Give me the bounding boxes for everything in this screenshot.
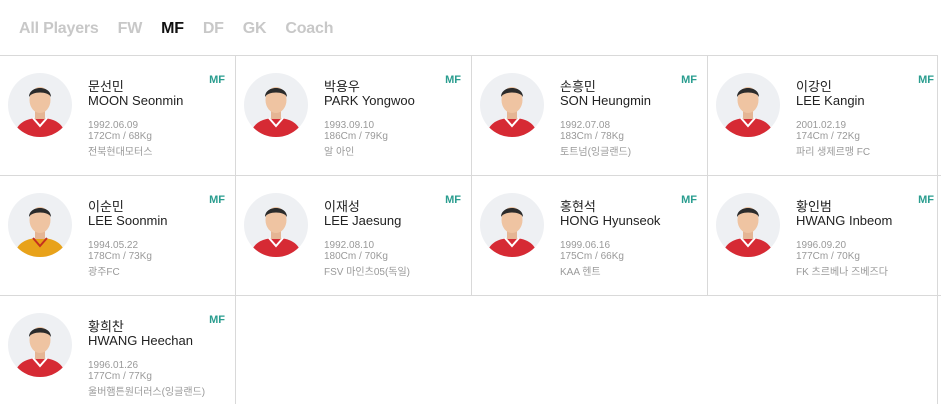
player-photo (716, 193, 780, 257)
player-birth-date: 1996.01.26 (88, 360, 139, 371)
position-badge: MF (681, 194, 697, 206)
player-card[interactable]: MF 이강인 LEE Kangin 2001.02.19 174Cm / 72Kg 파리 … (708, 56, 941, 176)
player-grid: MF 문선민 MOON Seonmin 1992.06.09 172Cm / 68Kg 전… (0, 55, 941, 404)
player-club: FSV 마인츠05(독일) (324, 267, 411, 278)
player-height-weight: 174Cm / 72Kg (796, 131, 860, 142)
player-silhouette-icon (486, 207, 538, 257)
tab-coach[interactable]: Coach (285, 20, 333, 38)
player-birth-date: 1999.06.16 (560, 240, 611, 251)
player-photo (8, 73, 72, 137)
player-english-name: MOON Seonmin (88, 93, 184, 108)
player-english-name: LEE Soonmin (88, 213, 168, 228)
player-birth-date: 1996.09.20 (796, 240, 847, 251)
player-club: 울버햄튼원더러스(잉글랜드) (88, 387, 206, 398)
position-badge: MF (209, 194, 225, 206)
player-card[interactable]: MF 문선민 MOON Seonmin 1992.06.09 172Cm / 68Kg 전… (0, 56, 236, 176)
player-birth-date: 2001.02.19 (796, 120, 847, 131)
player-birth-date: 1992.08.10 (324, 240, 375, 251)
player-photo (8, 193, 72, 257)
player-photo (244, 73, 308, 137)
position-badge: MF (681, 74, 697, 86)
player-silhouette-icon (14, 207, 66, 257)
tab-gk[interactable]: GK (243, 20, 267, 38)
player-english-name: HONG Hyunseok (560, 213, 661, 228)
position-badge: MF (445, 194, 461, 206)
player-card[interactable]: MF 이재성 LEE Jaesung 1992.08.10 180Cm / 70Kg FS… (236, 176, 472, 296)
player-height-weight: 183Cm / 78Kg (560, 131, 624, 142)
player-height-weight: 172Cm / 68Kg (88, 131, 152, 142)
player-club: 알 아인 (324, 147, 355, 158)
player-photo (244, 193, 308, 257)
player-birth-date: 1992.06.09 (88, 120, 139, 131)
player-height-weight: 180Cm / 70Kg (324, 251, 388, 262)
player-card[interactable]: MF 황희찬 HWANG Heechan 1996.01.26 177Cm / 77Kg… (0, 296, 236, 404)
player-photo (480, 73, 544, 137)
player-silhouette-icon (14, 87, 66, 137)
player-birth-date: 1994.05.22 (88, 240, 139, 251)
player-club: FK 츠르베나 즈베즈다 (796, 267, 888, 278)
player-silhouette-icon (722, 207, 774, 257)
player-english-name: HWANG Inbeom (796, 213, 893, 228)
player-english-name: LEE Jaesung (324, 213, 402, 228)
player-height-weight: 177Cm / 70Kg (796, 251, 860, 262)
player-card[interactable]: MF 이순민 LEE Soonmin 1994.05.22 178Cm / 73Kg 광주… (0, 176, 236, 296)
player-card[interactable]: MF 황인범 HWANG Inbeom 1996.09.20 177Cm / 70Kg F… (708, 176, 941, 296)
player-club: KAA 헨트 (560, 267, 601, 278)
player-english-name: HWANG Heechan (88, 333, 193, 348)
position-badge: MF (918, 194, 934, 206)
tab-all-players[interactable]: All Players (19, 20, 99, 38)
player-photo (480, 193, 544, 257)
player-height-weight: 175Cm / 66Kg (560, 251, 624, 262)
player-club: 광주FC (88, 267, 120, 278)
position-tabs: All Players FW MF DF GK Coach (19, 17, 352, 41)
position-badge: MF (209, 74, 225, 86)
player-silhouette-icon (14, 327, 66, 377)
player-club: 전북현대모터스 (88, 147, 153, 158)
position-badge: MF (445, 74, 461, 86)
player-club: 파리 생제르맹 FC (796, 147, 871, 158)
player-card[interactable]: MF 박용우 PARK Yongwoo 1993.09.10 186Cm / 79Kg 알… (236, 56, 472, 176)
player-silhouette-icon (486, 87, 538, 137)
player-birth-date: 1992.07.08 (560, 120, 611, 131)
player-height-weight: 178Cm / 73Kg (88, 251, 152, 262)
position-badge: MF (918, 74, 934, 86)
player-silhouette-icon (250, 207, 302, 257)
player-silhouette-icon (250, 87, 302, 137)
player-height-weight: 177Cm / 77Kg (88, 371, 152, 382)
tab-fw[interactable]: FW (118, 20, 143, 38)
player-silhouette-icon (722, 87, 774, 137)
player-photo (8, 313, 72, 377)
player-english-name: PARK Yongwoo (324, 93, 415, 108)
player-birth-date: 1993.09.10 (324, 120, 375, 131)
tab-df[interactable]: DF (203, 20, 224, 38)
player-english-name: LEE Kangin (796, 93, 865, 108)
player-club: 토트넘(잉글랜드) (560, 147, 632, 158)
player-photo (716, 73, 780, 137)
player-card[interactable]: MF 홍현석 HONG Hyunseok 1999.06.16 175Cm / 66Kg… (472, 176, 708, 296)
player-english-name: SON Heungmin (560, 93, 652, 108)
player-card[interactable]: MF 손흥민 SON Heungmin 1992.07.08 183Cm / 78Kg 토… (472, 56, 708, 176)
position-badge: MF (209, 314, 225, 326)
tab-mf[interactable]: MF (161, 20, 184, 38)
player-height-weight: 186Cm / 79Kg (324, 131, 388, 142)
